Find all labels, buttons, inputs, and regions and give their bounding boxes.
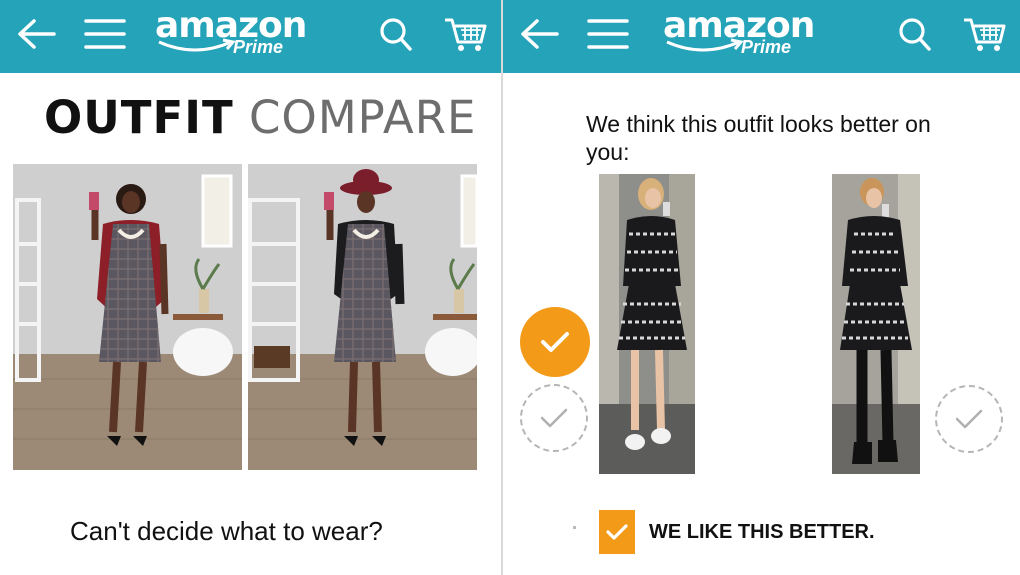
left-panel: amazon Prime OUTFIT COMPARE Can't decide… bbox=[0, 0, 501, 575]
checkbox[interactable] bbox=[599, 510, 635, 554]
checkmark-icon bbox=[606, 524, 628, 540]
checkmark-icon bbox=[541, 332, 569, 352]
like-label: WE LIKE THIS BETTER. bbox=[649, 520, 875, 543]
amazon-prime-logo[interactable]: amazon Prime bbox=[663, 8, 815, 64]
cart-icon[interactable] bbox=[962, 14, 1008, 54]
cart-icon[interactable] bbox=[443, 14, 489, 54]
recommendation-prompt: We think this outfit looks better on you… bbox=[586, 111, 931, 165]
arrow-left-icon[interactable] bbox=[14, 14, 60, 54]
top-bar: amazon Prime bbox=[503, 0, 1020, 73]
unselected-check-button-a[interactable] bbox=[520, 384, 588, 452]
title-bold: OUTFIT bbox=[44, 91, 234, 144]
top-bar: amazon Prime bbox=[0, 0, 501, 73]
amazon-prime-logo[interactable]: amazon Prime bbox=[155, 8, 307, 64]
selected-check-button[interactable] bbox=[520, 307, 590, 377]
right-panel: amazon Prime We think this outfit looks … bbox=[503, 0, 1020, 575]
logo-subtext: Prime bbox=[233, 37, 284, 57]
checkmark-icon bbox=[540, 408, 568, 428]
arrow-left-icon[interactable] bbox=[517, 14, 563, 54]
logo-subtext: Prime bbox=[741, 37, 792, 57]
search-icon[interactable] bbox=[892, 14, 938, 54]
search-icon[interactable] bbox=[373, 14, 419, 54]
like-this-better-checkbox[interactable]: WE LIKE THIS BETTER. bbox=[599, 510, 875, 554]
smile-arrow-icon bbox=[666, 38, 744, 52]
checkmark-icon bbox=[955, 409, 983, 429]
outfit-photo-a[interactable] bbox=[599, 174, 695, 474]
divider-dot bbox=[573, 526, 576, 529]
unselected-check-button-b[interactable] bbox=[935, 385, 1003, 453]
outfit-photo-b[interactable] bbox=[832, 174, 920, 474]
outfit-photo-b[interactable] bbox=[248, 164, 477, 470]
page-title: OUTFIT COMPARE bbox=[44, 94, 476, 142]
smile-arrow-icon bbox=[158, 38, 236, 52]
hamburger-menu-icon[interactable] bbox=[82, 14, 128, 54]
outfit-photo-a[interactable] bbox=[13, 164, 242, 470]
hamburger-menu-icon[interactable] bbox=[585, 14, 631, 54]
title-light: COMPARE bbox=[248, 91, 477, 144]
decide-question: Can't decide what to wear? bbox=[70, 516, 383, 546]
